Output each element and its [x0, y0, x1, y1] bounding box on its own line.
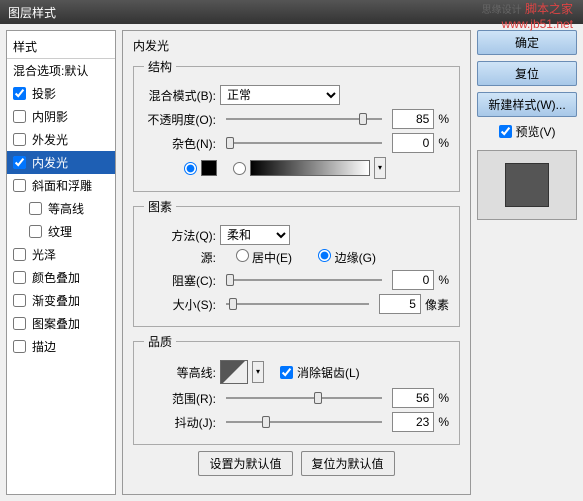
choke-input[interactable]	[392, 270, 434, 290]
range-slider[interactable]	[226, 389, 382, 407]
blend-mode-select[interactable]: 正常	[220, 85, 340, 105]
sidebar-item-4[interactable]: 斜面和浮雕	[7, 174, 115, 197]
sidebar-label-7: 光泽	[32, 246, 56, 263]
sidebar-checkbox-4[interactable]	[13, 179, 26, 192]
contour-label: 等高线:	[144, 364, 216, 381]
quality-group: 品质 等高线: ▾ 消除锯齿(L) 范围(R): % 抖动(J): %	[133, 333, 460, 445]
opacity-label: 不透明度(O):	[144, 111, 216, 128]
sidebar-item-7[interactable]: 光泽	[7, 243, 115, 266]
structure-group: 结构 混合模式(B): 正常 不透明度(O): % 杂色(N): %	[133, 58, 460, 192]
antialias-checkbox[interactable]: 消除锯齿(L)	[280, 364, 360, 381]
sidebar-item-3[interactable]: 内发光	[7, 151, 115, 174]
sidebar-label-8: 颜色叠加	[32, 269, 80, 286]
right-column: 确定 复位 新建样式(W)... 预览(V)	[477, 30, 577, 495]
sidebar-item-8[interactable]: 颜色叠加	[7, 266, 115, 289]
sidebar-label-0: 投影	[32, 85, 56, 102]
sidebar-checkbox-8[interactable]	[13, 271, 26, 284]
sidebar-checkbox-1[interactable]	[13, 110, 26, 123]
sidebar-checkbox-3[interactable]	[13, 156, 26, 169]
source-center[interactable]: 居中(E)	[220, 249, 292, 266]
new-style-button[interactable]: 新建样式(W)...	[477, 92, 577, 117]
noise-label: 杂色(N):	[144, 135, 216, 152]
range-label: 范围(R):	[144, 390, 216, 407]
gradient-preview[interactable]	[250, 160, 370, 176]
elements-group: 图素 方法(Q): 柔和 源: 居中(E) 边缘(G) 阻塞(C): % 大小(…	[133, 198, 460, 327]
jitter-slider[interactable]	[226, 413, 382, 431]
content: 样式 混合选项:默认 投影内阴影外发光内发光斜面和浮雕等高线纹理光泽颜色叠加渐变…	[0, 24, 583, 501]
watermark: 思缘设计 脚本之家 www.jb51.net	[482, 2, 573, 31]
jitter-label: 抖动(J):	[144, 414, 216, 431]
sidebar-blending-options[interactable]: 混合选项:默认	[7, 59, 115, 82]
sidebar-label-10: 图案叠加	[32, 315, 80, 332]
noise-slider[interactable]	[226, 134, 382, 152]
cancel-button[interactable]: 复位	[477, 61, 577, 86]
contour-dropdown[interactable]: ▾	[252, 361, 264, 383]
preview-checkbox[interactable]: 预览(V)	[477, 123, 577, 140]
sidebar-item-2[interactable]: 外发光	[7, 128, 115, 151]
ok-button[interactable]: 确定	[477, 30, 577, 55]
window-title: 图层样式	[8, 4, 56, 21]
choke-label: 阻塞(C):	[144, 272, 216, 289]
sidebar-item-11[interactable]: 描边	[7, 335, 115, 358]
gradient-dropdown[interactable]: ▾	[374, 157, 386, 179]
sidebar-checkbox-7[interactable]	[13, 248, 26, 261]
sidebar-checkbox-0[interactable]	[13, 87, 26, 100]
technique-label: 方法(Q):	[144, 227, 216, 244]
blend-mode-label: 混合模式(B):	[144, 87, 216, 104]
noise-input[interactable]	[392, 133, 434, 153]
jitter-input[interactable]	[392, 412, 434, 432]
size-label: 大小(S):	[144, 296, 216, 313]
sidebar-label-11: 描边	[32, 338, 56, 355]
panel-title: 内发光	[133, 37, 460, 54]
solid-color-radio[interactable]	[184, 162, 197, 175]
gradient-radio[interactable]	[233, 162, 246, 175]
sidebar-checkbox-2[interactable]	[13, 133, 26, 146]
opacity-input[interactable]	[392, 109, 434, 129]
sidebar-header: 样式	[7, 35, 115, 59]
sidebar-item-1[interactable]: 内阴影	[7, 105, 115, 128]
sidebar-item-5[interactable]: 等高线	[7, 197, 115, 220]
source-edge[interactable]: 边缘(G)	[304, 249, 376, 266]
sidebar-checkbox-11[interactable]	[13, 340, 26, 353]
sidebar-item-0[interactable]: 投影	[7, 82, 115, 105]
opacity-slider[interactable]	[226, 110, 382, 128]
sidebar-checkbox-5[interactable]	[29, 202, 42, 215]
sidebar-label-1: 内阴影	[32, 108, 68, 125]
styles-sidebar: 样式 混合选项:默认 投影内阴影外发光内发光斜面和浮雕等高线纹理光泽颜色叠加渐变…	[6, 30, 116, 495]
sidebar-label-2: 外发光	[32, 131, 68, 148]
technique-select[interactable]: 柔和	[220, 225, 290, 245]
main-panel: 内发光 结构 混合模式(B): 正常 不透明度(O): % 杂色(N): %	[122, 30, 471, 495]
sidebar-label-6: 纹理	[48, 223, 72, 240]
reset-default-button[interactable]: 复位为默认值	[301, 451, 395, 476]
sidebar-item-10[interactable]: 图案叠加	[7, 312, 115, 335]
source-label: 源:	[144, 249, 216, 266]
size-input[interactable]	[379, 294, 421, 314]
sidebar-checkbox-6[interactable]	[29, 225, 42, 238]
sidebar-item-9[interactable]: 渐变叠加	[7, 289, 115, 312]
size-slider[interactable]	[226, 295, 369, 313]
color-swatch[interactable]	[201, 160, 217, 176]
sidebar-item-6[interactable]: 纹理	[7, 220, 115, 243]
range-input[interactable]	[392, 388, 434, 408]
sidebar-label-3: 内发光	[32, 154, 68, 171]
sidebar-checkbox-9[interactable]	[13, 294, 26, 307]
sidebar-label-9: 渐变叠加	[32, 292, 80, 309]
sidebar-label-5: 等高线	[48, 200, 84, 217]
preview-swatch	[505, 163, 549, 207]
sidebar-checkbox-10[interactable]	[13, 317, 26, 330]
contour-picker[interactable]	[220, 360, 248, 384]
sidebar-label-4: 斜面和浮雕	[32, 177, 92, 194]
choke-slider[interactable]	[226, 271, 382, 289]
make-default-button[interactable]: 设置为默认值	[198, 451, 292, 476]
preview-box	[477, 150, 577, 220]
